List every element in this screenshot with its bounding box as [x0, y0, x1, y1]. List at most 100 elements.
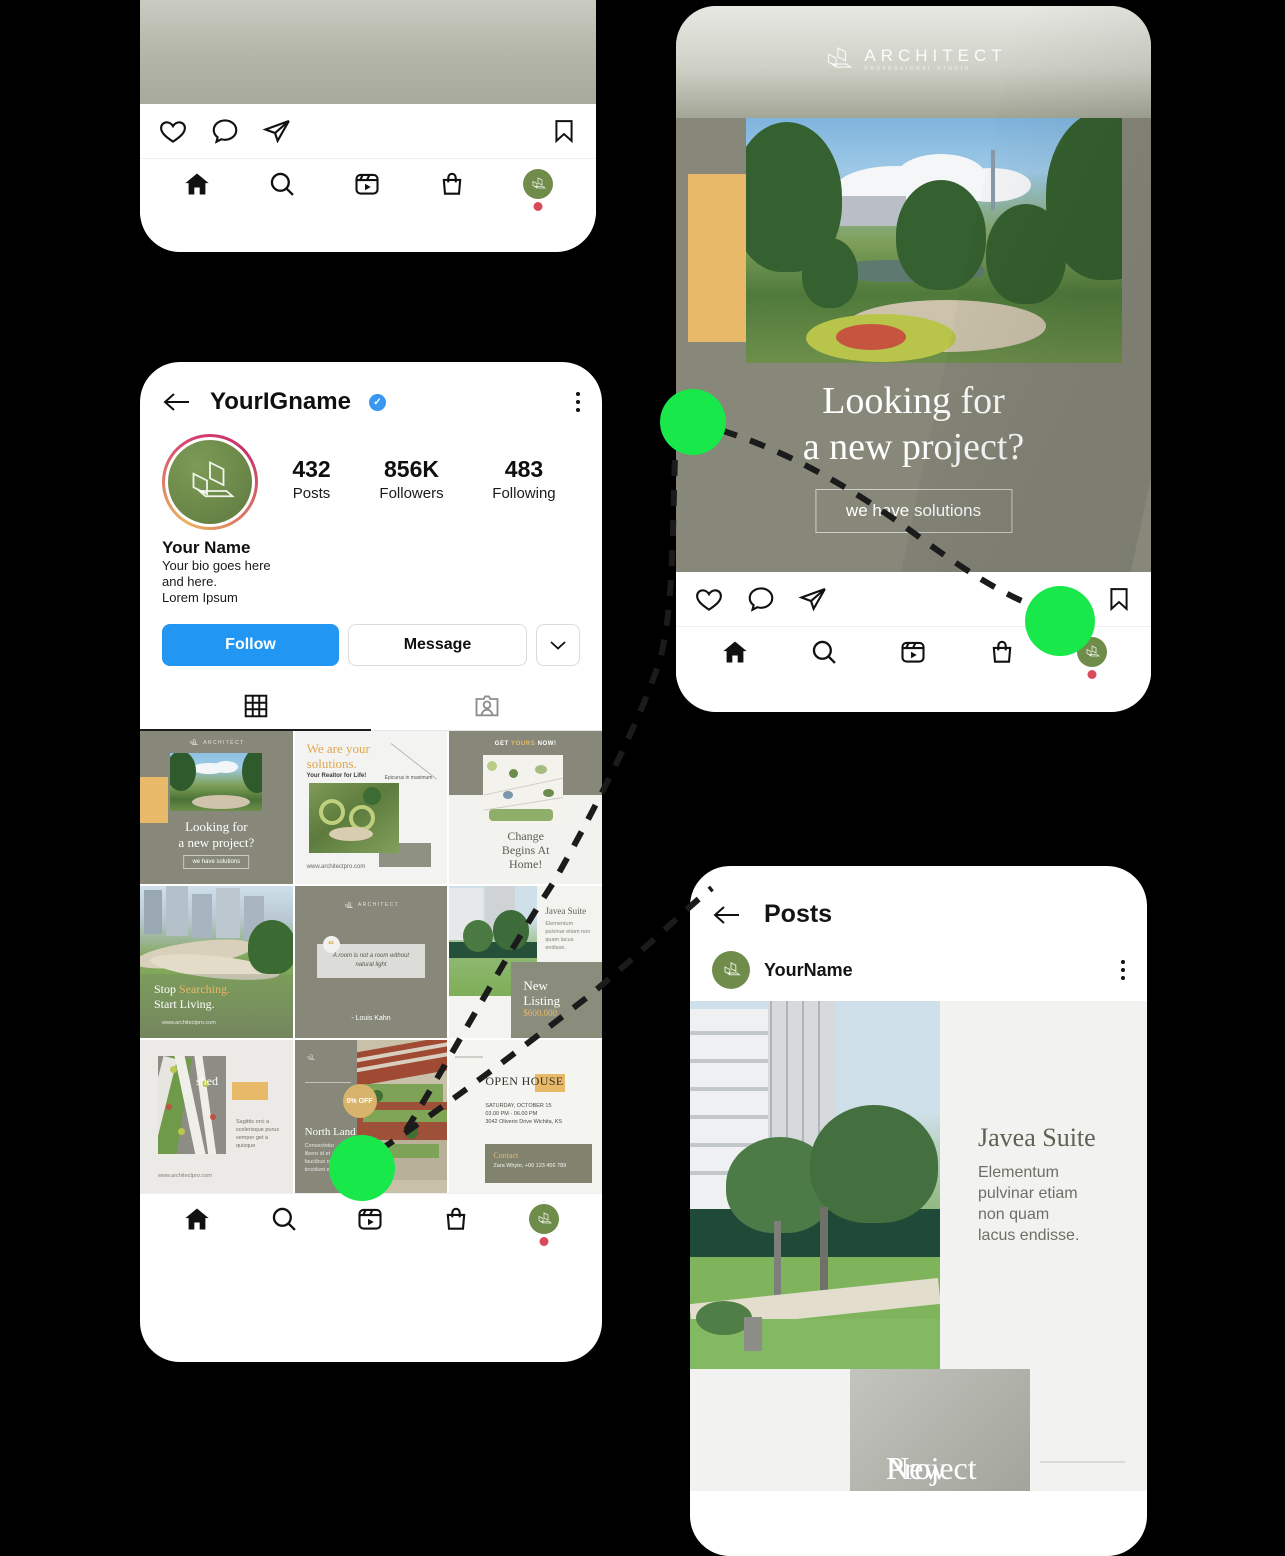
share-icon[interactable] — [262, 116, 292, 146]
stat-followers[interactable]: 856K Followers — [379, 456, 443, 502]
quote-mark: “ — [328, 937, 335, 952]
page-title: Posts — [764, 900, 833, 928]
avatar — [168, 440, 252, 524]
grid-post[interactable]: Javea Suite Elementum pulvinar etiam non… — [449, 885, 602, 1039]
back-arrow-icon[interactable] — [712, 903, 742, 927]
stat-following-label: Following — [492, 485, 556, 502]
post-change-begins-at-home: GET YOURS NOW! Change Begins At Home! — [449, 731, 602, 884]
marker-post-cta[interactable] — [660, 389, 726, 455]
post-overlay-card: New Project — [850, 1369, 1030, 1491]
share-icon[interactable] — [798, 584, 828, 614]
post-headline: Looking for a new project? — [676, 378, 1151, 470]
more-options-button[interactable] — [536, 624, 580, 666]
architect-logo-icon — [538, 1212, 552, 1224]
home-icon[interactable] — [183, 170, 211, 198]
grid-post[interactable]: We are your solutions. Your Realtor for … — [294, 731, 448, 884]
reels-icon[interactable] — [353, 170, 381, 198]
marker-post-save[interactable] — [1025, 586, 1095, 656]
stat-posts-label: Posts — [292, 485, 331, 502]
phone-profile: YourIGname ✓ 432 Posts 856K Followers 48… — [140, 362, 602, 1362]
brand-tagline: PROFESSIONAL STUDIO — [864, 66, 971, 72]
tile-title-line2: Start Living. — [154, 996, 215, 1011]
bio-line-3: Lorem Ipsum — [162, 590, 238, 605]
post-body-line-4: lacus endisse. — [978, 1227, 1080, 1244]
notification-dot — [539, 1237, 549, 1247]
tile-photo — [170, 753, 262, 811]
like-icon[interactable] — [158, 116, 188, 146]
tile-brand: ARCHITECT — [203, 739, 245, 746]
search-icon[interactable] — [810, 638, 838, 666]
reels-icon[interactable] — [899, 638, 927, 666]
profile-summary: 432 Posts 856K Followers 483 Following — [140, 430, 602, 530]
tile-website: www.architectpro.com — [158, 1173, 212, 1180]
hero-photo — [746, 118, 1122, 363]
profile-avatar[interactable] — [528, 1204, 559, 1247]
stat-followers-label: Followers — [379, 485, 444, 502]
comment-icon[interactable] — [746, 584, 776, 614]
marker-grid-post[interactable] — [329, 1135, 395, 1201]
shop-icon[interactable] — [438, 170, 466, 198]
bookmark-icon[interactable] — [1105, 585, 1133, 613]
tile-title-line1: Change — [507, 829, 544, 843]
home-icon[interactable] — [183, 1205, 211, 1233]
post-body: Elementum pulvinar etiam non quam lacus … — [978, 1162, 1128, 1246]
home-icon[interactable] — [721, 638, 749, 666]
brand-logo: ARCHITECT PROFESSIONAL STUDIO — [820, 42, 1006, 76]
notification-dot — [533, 202, 543, 211]
story-ring[interactable] — [162, 434, 258, 530]
like-icon[interactable] — [694, 584, 724, 614]
kebab-menu-icon[interactable] — [576, 392, 580, 412]
tile-line3: 3042 Oliverio Drive Wichita, KS — [485, 1119, 563, 1126]
shop-icon[interactable] — [442, 1205, 470, 1233]
search-icon[interactable] — [268, 170, 296, 198]
post-cta-button[interactable]: we have solutions — [814, 489, 1013, 533]
chevron-down-icon — [550, 641, 566, 650]
post-headline-line2: a new project? — [802, 426, 1025, 468]
tile-line2: 03.00 PM - 06.00 PM — [485, 1111, 538, 1118]
device-notch — [836, 866, 1001, 892]
back-arrow-icon[interactable] — [162, 390, 192, 414]
message-button[interactable]: Message — [348, 624, 527, 666]
bio-line-2: and here. — [162, 574, 217, 589]
post-creative: ARCHITECT PROFESSIONAL STUDIO Looking fo… — [676, 6, 1151, 572]
grid-post[interactable]: Stop Searching. Start Living. www.archit… — [140, 885, 293, 1039]
follow-button[interactable]: Follow — [162, 624, 339, 666]
post-overlay-line2: Project — [886, 1450, 977, 1486]
post-we-are-your-solutions: We are your solutions. Your Realtor for … — [294, 731, 448, 884]
profile-avatar[interactable] — [523, 169, 554, 211]
comment-icon[interactable] — [210, 116, 240, 146]
notification-dot — [1087, 670, 1096, 679]
tile-title-line3: Home! — [509, 857, 543, 871]
grid-post[interactable]: ARCHITECT “ A room is not a room without… — [294, 885, 448, 1039]
post-author-name[interactable]: YourName — [764, 960, 853, 981]
kebab-menu-icon[interactable] — [1121, 960, 1125, 980]
architect-logo-icon — [190, 738, 199, 745]
bookmark-icon[interactable] — [550, 117, 578, 145]
reels-icon[interactable] — [356, 1205, 384, 1233]
tile-website: www.architectpro.com — [162, 1020, 216, 1027]
tile-kicker-c: NOW! — [535, 741, 557, 747]
grid-post[interactable]: ARCHITECT Looking for a new project? we … — [140, 731, 293, 884]
stat-posts[interactable]: 432 Posts — [292, 456, 330, 502]
profile-bio: Your Name Your bio goes here and here. L… — [140, 530, 602, 606]
architect-logo-icon — [827, 47, 852, 68]
post-header-band: ARCHITECT PROFESSIONAL STUDIO — [676, 6, 1151, 118]
tile-title-b: Searching. — [179, 981, 230, 996]
stat-following[interactable]: 483 Following — [492, 456, 555, 502]
profile-tabs — [140, 684, 602, 731]
grid-post[interactable]: OPEN HOUSE SATURDAY, OCTOBER 15 03.00 PM… — [449, 1040, 602, 1194]
architect-logo-icon — [532, 177, 547, 189]
post-quote-louis-kahn: ARCHITECT “ A room is not a room without… — [294, 885, 448, 1039]
shop-icon[interactable] — [988, 638, 1016, 666]
search-icon[interactable] — [270, 1205, 298, 1233]
grid-post[interactable]: shed Sagittis orci a scelerisque purus s… — [140, 1040, 293, 1194]
tab-tagged[interactable] — [371, 684, 602, 731]
tab-grid[interactable] — [140, 684, 371, 731]
tile-contact-label: Contact — [493, 1151, 519, 1161]
post-action-bar — [140, 104, 596, 158]
tile-title-line2: a new project? — [178, 835, 255, 850]
grid-post[interactable]: GET YOURS NOW! Change Begins At Home! — [449, 731, 602, 884]
device-notch — [288, 362, 454, 388]
stat-followers-value: 856K — [384, 456, 439, 482]
avatar[interactable] — [712, 951, 750, 989]
